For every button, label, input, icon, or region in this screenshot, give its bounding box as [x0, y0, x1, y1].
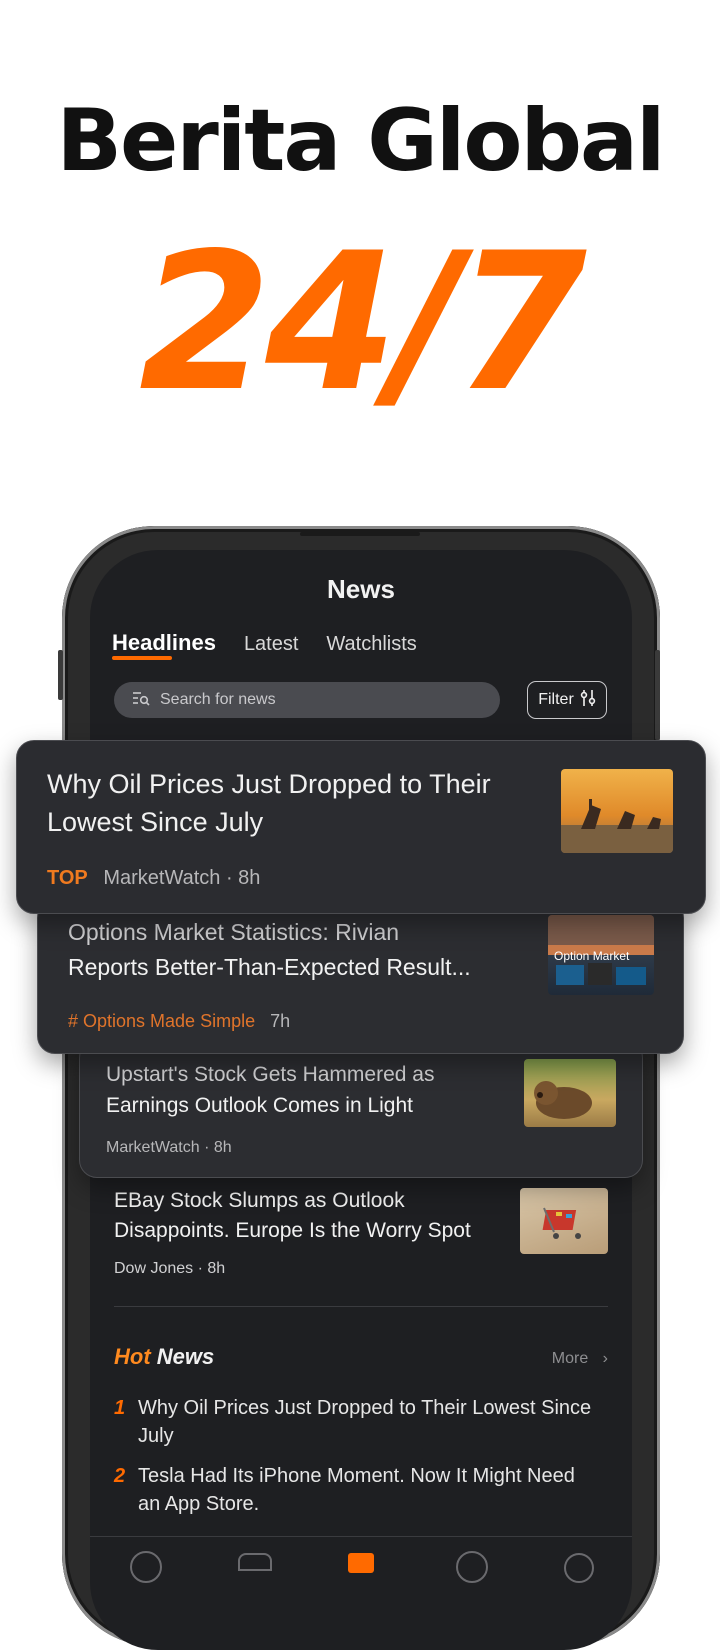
article-headline-line: Disappoints. Europe Is the Worry Spot [114, 1219, 471, 1242]
filter-label: Filter [538, 691, 574, 708]
hot-rank: 2 [114, 1465, 126, 1487]
article-headline-line: Earnings Outlook Comes in Light [106, 1094, 413, 1117]
article-meta: # Options Made Simple 7h [68, 1011, 290, 1032]
hot-headline-line: Tesla Had Its iPhone Moment. Now It Migh… [138, 1465, 575, 1487]
article-meta: TOP MarketWatch · 8h [47, 867, 260, 890]
search-placeholder: Search for news [160, 691, 276, 708]
search-icon [132, 690, 150, 711]
hot-news-heading-hot: Hot [114, 1344, 151, 1369]
list-item[interactable]: EBay Stock Slumps as Outlook Disappoints… [114, 1186, 494, 1278]
tab-latest[interactable]: Latest [244, 633, 298, 656]
hot-headline-line: July [138, 1425, 174, 1447]
hot-headline-line: an App Store. [138, 1493, 260, 1515]
hot-rank: 1 [114, 1397, 126, 1419]
hot-news-heading-news: News [156, 1344, 215, 1369]
more-label: More [551, 1350, 589, 1367]
filter-button[interactable]: Filter [527, 681, 607, 719]
article-headline-line: Why Oil Prices Just Dropped to Their [47, 769, 491, 799]
tab-bar: Headlines Latest Watchlists [112, 630, 417, 660]
promo-title: Berita Global [56, 91, 665, 191]
phone-top-edge [300, 532, 420, 536]
article-headline: Upstart's Stock Gets Hammered as Earning… [106, 1059, 476, 1121]
thumbnail-caption: Option Market [554, 949, 630, 963]
phone-side-button [58, 650, 63, 700]
hot-news-heading: Hot News [114, 1344, 214, 1370]
nav-market-icon[interactable] [238, 1553, 272, 1571]
article-headline-line: Reports Better-Than-Expected Result... [68, 954, 471, 980]
article-source: Dow Jones · 8h [114, 1260, 226, 1277]
article-card-featured[interactable]: Why Oil Prices Just Dropped to Their Low… [16, 740, 706, 914]
article-headline-line: Options Market Statistics: Rivian [68, 919, 400, 945]
article-headline: Options Market Statistics: Rivian Report… [68, 915, 538, 985]
hot-headline-line: Why Oil Prices Just Dropped to Their Low… [138, 1397, 592, 1419]
article-headline-line: Lowest Since July [47, 807, 264, 837]
article-thumbnail [524, 1059, 616, 1127]
divider [114, 1306, 608, 1307]
page-title: News [327, 574, 395, 604]
article-thumbnail: Option Market [548, 915, 654, 995]
article-card[interactable]: Options Market Statistics: Rivian Report… [37, 900, 684, 1054]
article-card[interactable]: Upstart's Stock Gets Hammered as Earning… [79, 1040, 643, 1178]
chevron-right-icon: › [602, 1350, 608, 1367]
article-source: MarketWatch · 8h [106, 1139, 232, 1156]
article-time: 7h [270, 1011, 291, 1031]
nav-home-icon[interactable] [130, 1551, 162, 1583]
tab-headlines[interactable]: Headlines [112, 630, 216, 660]
more-link[interactable]: More › [552, 1350, 608, 1368]
article-thumbnail [561, 769, 673, 853]
top-badge: TOP [47, 867, 88, 889]
search-input[interactable]: Search for news [114, 682, 500, 718]
article-headline: Why Oil Prices Just Dropped to Their Low… [47, 765, 547, 841]
bottom-nav [90, 1536, 632, 1583]
nav-discover-icon[interactable] [456, 1551, 488, 1583]
tab-watchlists[interactable]: Watchlists [326, 633, 416, 656]
article-headline-line: EBay Stock Slumps as Outlook [114, 1189, 405, 1212]
hot-news-item[interactable]: 2 Tesla Had Its iPhone Moment. Now It Mi… [114, 1462, 614, 1518]
phone-side-button [655, 650, 660, 740]
nav-news-icon[interactable] [348, 1553, 374, 1573]
topic-tag[interactable]: # Options Made Simple [68, 1011, 255, 1031]
promo-24-7: 24/7 [138, 212, 587, 433]
sliders-icon [580, 689, 596, 712]
article-source: MarketWatch · 8h [103, 867, 261, 889]
article-headline: EBay Stock Slumps as Outlook Disappoints… [114, 1186, 494, 1246]
article-headline-line: Upstart's Stock Gets Hammered as [106, 1063, 435, 1086]
article-thumbnail [520, 1188, 608, 1254]
hot-news-item[interactable]: 1 Why Oil Prices Just Dropped to Their L… [114, 1394, 614, 1450]
